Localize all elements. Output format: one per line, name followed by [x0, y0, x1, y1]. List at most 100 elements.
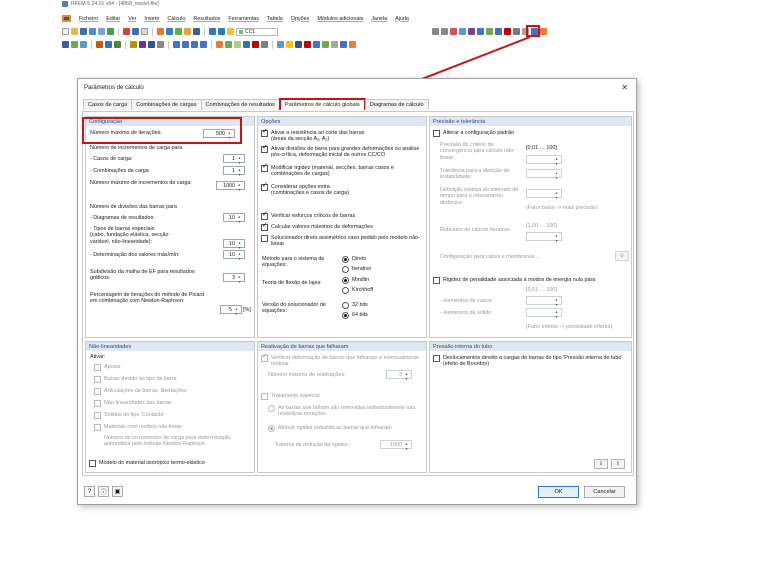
import-settings-button[interactable]: ⇩: [594, 459, 608, 469]
load-icon[interactable]: [130, 41, 137, 48]
hinge-icon[interactable]: [139, 41, 146, 48]
pipe-checkbox[interactable]: [433, 355, 440, 362]
react-special-row[interactable]: Tratamento especial: [261, 393, 320, 400]
menu-ver[interactable]: Ver: [128, 16, 136, 22]
menu-calculo[interactable]: Cálculo: [167, 16, 185, 22]
numbering-icon[interactable]: [243, 41, 250, 48]
workplane-icon[interactable]: [304, 41, 311, 48]
solver-32-row[interactable]: 32 bits: [342, 302, 368, 309]
cancel-button[interactable]: Cancelar: [584, 486, 625, 498]
tab-load-cases[interactable]: Casos de carga: [83, 99, 133, 110]
react-opt2-row[interactable]: Atribuir rigidez reduzida às barras que …: [268, 425, 420, 432]
penalty-checkbox[interactable]: [433, 277, 440, 284]
member-icon[interactable]: [96, 41, 103, 48]
lc-inc-input[interactable]: 1: [223, 154, 245, 165]
dimension-icon[interactable]: [252, 41, 259, 48]
calc-params-icon[interactable]: [477, 28, 484, 35]
opt-maxdef-row[interactable]: Calcular valores máximos de deformações: [261, 223, 423, 231]
print-graphic-icon[interactable]: [98, 28, 105, 35]
solid-input[interactable]: [526, 308, 562, 319]
react-verify-row[interactable]: Verificar deformação de barras que falha…: [261, 354, 421, 368]
menu-ficheiro[interactable]: Ficheiro: [79, 16, 98, 22]
relax-input[interactable]: [526, 189, 562, 200]
nl-bartype-row[interactable]: Barras devido ao tipo de barra: [94, 376, 177, 383]
penalty-row[interactable]: Rigidez de penalidade associada a modos …: [433, 277, 629, 284]
react-opt1-radio[interactable]: [268, 405, 275, 412]
y-view-icon[interactable]: [191, 41, 198, 48]
line-icon[interactable]: [80, 41, 87, 48]
window-icon[interactable]: [141, 28, 148, 35]
nl-materials-row[interactable]: Materiais com modelo não-linear: [94, 424, 182, 431]
menu-ajuda[interactable]: Ajuda: [395, 16, 409, 22]
solid-view-icon[interactable]: [225, 41, 232, 48]
react-max-input[interactable]: 3: [386, 370, 412, 381]
nl-bars-row[interactable]: Não-linearidades das barras: [94, 400, 172, 407]
solver-64-row[interactable]: 64 bits: [342, 312, 368, 319]
plate-mindlin-row[interactable]: Mindlin: [342, 277, 369, 284]
export-settings-button[interactable]: ⇧: [611, 459, 625, 469]
undo-icon[interactable]: [123, 28, 130, 35]
object-snap-icon[interactable]: [295, 41, 302, 48]
system-direct-row[interactable]: Direto: [342, 256, 366, 263]
save-icon[interactable]: [80, 28, 87, 35]
help-icon[interactable]: ?: [84, 486, 95, 497]
grid-icon[interactable]: [495, 28, 502, 35]
nl-bartype-checkbox[interactable]: [94, 376, 101, 383]
layer-icon[interactable]: [331, 41, 338, 48]
plate-kirchhoff-radio[interactable]: [342, 287, 349, 294]
next-case-icon[interactable]: [441, 28, 448, 35]
result-diag-input[interactable]: 10: [223, 213, 245, 224]
opt-extra-checkbox[interactable]: [261, 183, 268, 191]
opt-maxdef-checkbox[interactable]: [261, 223, 268, 231]
grid-snap-icon[interactable]: [286, 41, 293, 48]
opt-extra-row[interactable]: Considerar opções extra (combinações e c…: [261, 183, 423, 197]
nl-contact-row[interactable]: Sólidos do tipo 'Contacto': [94, 412, 165, 419]
opt-asym-row[interactable]: Solucionador direto assimétrico caso ped…: [261, 235, 423, 248]
print-icon[interactable]: [89, 28, 96, 35]
filter-icon[interactable]: [513, 28, 520, 35]
check-icon[interactable]: [504, 28, 511, 35]
results-values-icon[interactable]: [459, 28, 466, 35]
tab-calc-diagrams[interactable]: Diagramas de cálculo: [364, 99, 429, 110]
support-icon[interactable]: [114, 41, 121, 48]
select-icon[interactable]: [62, 41, 69, 48]
tab-result-combinations[interactable]: Combinações de resultados: [200, 99, 280, 110]
shell-input[interactable]: [526, 296, 562, 307]
solver-32-radio[interactable]: [342, 302, 349, 309]
opt-critical-row[interactable]: Verificar esforços críticos de barras: [261, 212, 423, 220]
section-icon[interactable]: [540, 28, 547, 35]
react-opt1-row[interactable]: As barras que falham são removidas indiv…: [268, 405, 420, 418]
menu-resultados[interactable]: Resultados: [193, 16, 220, 22]
nl-hinges-checkbox[interactable]: [94, 388, 101, 395]
opt-shear-row[interactable]: Ativar a resistência ao corte das barras…: [261, 129, 423, 143]
node-icon[interactable]: [71, 41, 78, 48]
system-direct-radio[interactable]: [342, 256, 349, 263]
settings-icon[interactable]: [175, 28, 182, 35]
coord-icon[interactable]: [157, 41, 164, 48]
prev-case-icon[interactable]: [432, 28, 439, 35]
transparent-icon[interactable]: [234, 41, 241, 48]
open-folder-icon[interactable]: [71, 28, 78, 35]
tab-load-combinations[interactable]: Combinações de cargas: [131, 99, 202, 110]
opt-critical-checkbox[interactable]: [261, 212, 268, 220]
nl-hinges-row[interactable]: Articulações de barras, libertações: [94, 388, 187, 395]
zoom-icon[interactable]: [166, 28, 173, 35]
close-icon[interactable]: ✕: [621, 83, 628, 92]
opt-asym-checkbox[interactable]: [261, 235, 268, 242]
react-verify-checkbox[interactable]: [261, 354, 268, 362]
guide-icon[interactable]: [261, 41, 268, 48]
nl-iso-row[interactable]: Modelo do material isotrópico termo-elás…: [89, 460, 205, 467]
precision-change-row[interactable]: Alterar a configuração padrão: [433, 130, 514, 137]
wireframe-icon[interactable]: [216, 41, 223, 48]
load-case-select[interactable]: CC1: [236, 27, 278, 36]
menu-inserir[interactable]: Inserir: [144, 16, 159, 22]
display-icon[interactable]: [209, 28, 216, 35]
save-defaults-icon[interactable]: ▣: [112, 486, 123, 497]
iso-view-icon[interactable]: [173, 41, 180, 48]
table-icon[interactable]: [107, 28, 114, 35]
pipe-row[interactable]: Deslocamentos devido a cargas de barras …: [433, 355, 628, 368]
menu-tabela[interactable]: Tabela: [267, 16, 283, 22]
results-icon[interactable]: [193, 28, 200, 35]
ok-button[interactable]: OK: [538, 486, 579, 498]
nl-bars-checkbox[interactable]: [94, 400, 101, 407]
